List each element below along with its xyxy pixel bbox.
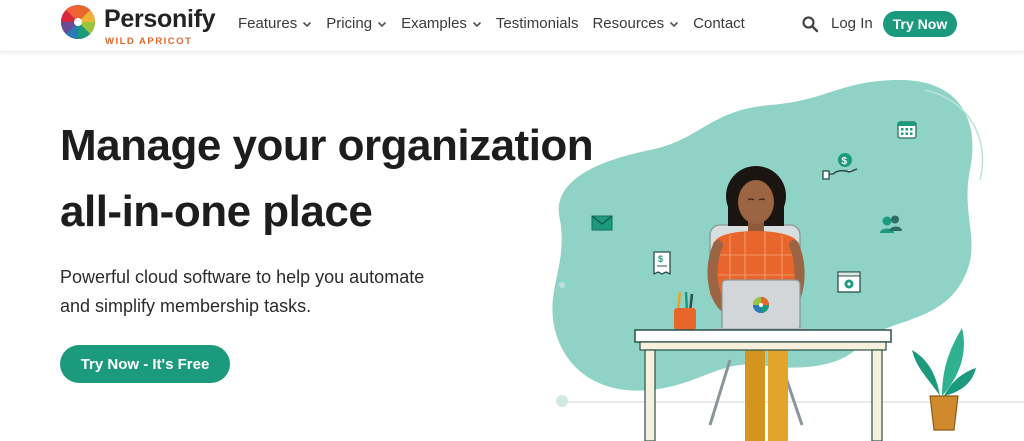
search-icon[interactable] [801,15,819,33]
hero-headline: Manage your organization all-in-one plac… [60,113,620,245]
chevron-down-icon [377,21,387,27]
chevron-down-icon [303,21,312,27]
login-link[interactable]: Log In [831,15,873,32]
nav-item-testimonials[interactable]: Testimonials [496,15,579,32]
plant-illustration [912,328,976,431]
site-header: Personify WILD APRICOT Features Pricing … [0,0,1024,52]
logo-name: Personify [104,5,216,33]
calendar-icon [897,121,917,139]
nav-item-resources[interactable]: Resources [592,15,679,32]
chevron-down-icon [472,21,481,27]
receipt-icon: $ [653,251,671,276]
hero-headline-line: all-in-one place [60,187,373,236]
try-now-free-button[interactable]: Try Now - It's Free [60,345,230,383]
main-nav: Features Pricing Examples Testimonials R… [238,15,759,32]
logo-wheel-icon [61,5,95,39]
email-icon [591,215,613,231]
hero-headline-line: Manage your organization [60,121,594,170]
nav-item-contact[interactable]: Contact [693,15,745,32]
chevron-down-icon [670,21,679,27]
svg-text:$: $ [842,156,848,167]
try-now-button[interactable]: Try Now [883,11,957,37]
svg-text:$: $ [658,254,663,264]
nav-item-label: Features [238,15,298,32]
hero-subtext: Powerful cloud software to help you auto… [60,263,480,321]
nav-item-label: Contact [693,15,745,32]
nav-item-label: Testimonials [495,15,579,32]
nav-item-examples[interactable]: Examples [401,15,482,32]
nav-item-label: Examples [401,15,467,32]
laptop-illustration [715,279,807,332]
hero-subtext-line: Powerful cloud software to help you auto… [60,267,425,287]
nav-item-pricing[interactable]: Pricing [326,15,387,32]
logo[interactable]: Personify WILD APRICOT [60,3,230,47]
settings-window-icon [837,271,861,293]
nav-item-label: Resources [592,15,665,32]
logo-tagline: WILD APRICOT [105,36,193,47]
nav-item-features[interactable]: Features [238,15,312,32]
nav-item-label: Pricing [326,15,373,32]
hero-subtext-line: and simplify membership tasks. [60,296,312,316]
hero-illustration: $ $ [552,80,1024,441]
